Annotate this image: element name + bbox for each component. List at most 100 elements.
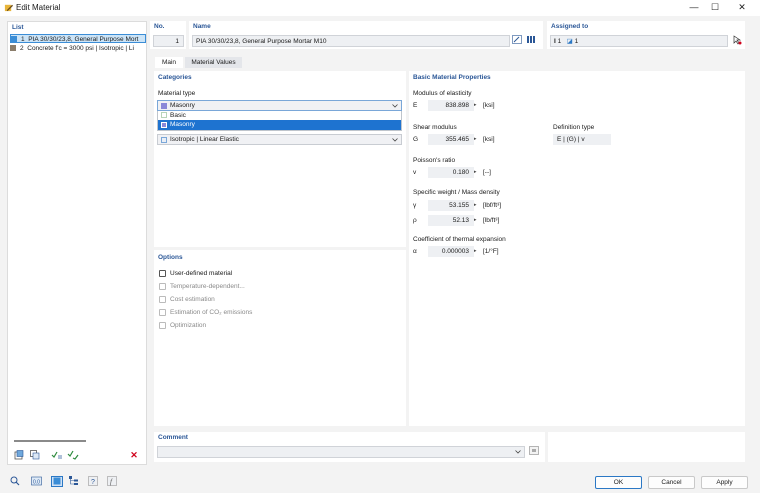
v-unit: [--]	[483, 169, 491, 176]
gamma-unit: [lbf/ft³]	[483, 202, 502, 209]
material-color-swatch	[11, 36, 17, 42]
co2-estimation-checkbox[interactable]	[159, 309, 166, 316]
user-defined-checkbox[interactable]	[159, 270, 166, 277]
spin-icon[interactable]: ▸	[474, 169, 477, 175]
optimization-label: Optimization	[170, 322, 207, 329]
spin-icon[interactable]: ▸	[474, 202, 477, 208]
chevron-down-icon[interactable]	[392, 103, 398, 109]
minimize-button[interactable]: —	[684, 1, 704, 14]
chevron-down-icon[interactable]	[392, 137, 398, 143]
svg-text:0.0: 0.0	[33, 480, 40, 486]
masonry-swatch	[161, 103, 167, 109]
spin-icon[interactable]: ▸	[474, 102, 477, 108]
number-panel: No. 1	[150, 21, 186, 49]
temperature-dependent-checkbox[interactable]	[159, 283, 166, 290]
specific-weight-input[interactable]: 53.155	[428, 200, 474, 211]
material-type-dropdown[interactable]: Masonry	[157, 100, 402, 111]
check-icon[interactable]	[51, 450, 63, 461]
list-scrollbar[interactable]	[14, 440, 86, 442]
list-item[interactable]: 2 Concrete f'c = 3000 psi | Isotropic | …	[10, 44, 146, 53]
maximize-button[interactable]: ☐	[705, 1, 725, 14]
comment-library-icon[interactable]	[528, 446, 540, 457]
categories-panel: Categories Material type Masonry Basic M…	[154, 71, 406, 247]
g-unit: [ksi]	[483, 136, 495, 143]
chevron-down-icon[interactable]	[515, 449, 521, 455]
tree-icon[interactable]	[68, 476, 80, 487]
definition-type-field[interactable]: E | (G) | v	[553, 134, 611, 145]
member-icon: I	[554, 38, 556, 45]
apply-button[interactable]: Apply	[701, 476, 748, 489]
mass-density-input[interactable]: 52.13	[428, 215, 474, 226]
list-item[interactable]: 1 PIA 30/30/23,8, General Purpose Mort	[10, 34, 146, 43]
poisson-input[interactable]: 0.180	[428, 167, 474, 178]
user-defined-label: User-defined material	[170, 270, 233, 277]
co2-estimation-label: Estimation of CO₂ emissions	[170, 309, 253, 316]
assigned-panel: Assigned to I 1 ◪ 1	[547, 21, 745, 49]
help-icon[interactable]: ?	[87, 476, 99, 487]
assigned-label: Assigned to	[551, 23, 589, 30]
thermal-input[interactable]: 0.000003	[428, 246, 474, 257]
ok-button[interactable]: OK	[595, 476, 642, 489]
display-icon[interactable]	[51, 476, 63, 487]
categories-header: Categories	[158, 74, 192, 81]
thermal-label: Coefficient of thermal expansion	[413, 236, 506, 243]
g-symbol: G	[413, 136, 419, 143]
spin-icon[interactable]: ▸	[474, 248, 477, 254]
edit-name-icon[interactable]	[511, 35, 523, 46]
close-window-button[interactable]: ✕	[732, 1, 752, 14]
cost-estimation-checkbox[interactable]	[159, 296, 166, 303]
function-icon[interactable]: f	[106, 476, 118, 487]
search-icon[interactable]	[9, 476, 21, 487]
definition-type-label: Definition type	[553, 124, 595, 131]
masonry-option-swatch	[161, 122, 167, 128]
select-objects-icon[interactable]	[731, 35, 743, 46]
temperature-dependent-label: Temperature-dependent...	[170, 283, 245, 290]
rho-unit: [lb/ft³]	[483, 217, 500, 224]
no-label: No.	[154, 23, 165, 30]
modulus-label: Modulus of elasticity	[413, 90, 472, 97]
model-swatch	[161, 137, 167, 143]
title-bar: Edit Material — ☐ ✕	[0, 0, 760, 16]
comment-preview-panel	[548, 432, 745, 462]
options-header: Options	[158, 254, 183, 261]
number-field[interactable]: 1	[153, 35, 184, 47]
cost-estimation-label: Cost estimation	[170, 296, 215, 303]
shear-input[interactable]: 355.465	[428, 134, 474, 145]
assigned-field[interactable]: I 1 ◪ 1	[550, 35, 728, 47]
poisson-label: Poisson's ratio	[413, 157, 456, 164]
alpha-unit: [1/°F]	[483, 248, 499, 255]
option-basic[interactable]: Basic	[158, 111, 401, 120]
delete-icon[interactable]: ✕	[128, 450, 140, 461]
spin-icon[interactable]: ▸	[474, 217, 477, 223]
units-icon[interactable]: 0.0	[30, 476, 42, 487]
cancel-button[interactable]: Cancel	[648, 476, 695, 489]
material-model-dropdown[interactable]: Isotropic | Linear Elastic	[157, 134, 402, 145]
optimization-checkbox[interactable]	[159, 322, 166, 329]
material-type-options: Basic Masonry	[157, 111, 402, 131]
surface-icon: ◪	[566, 38, 573, 45]
comment-input[interactable]	[157, 446, 525, 458]
name-label: Name	[193, 23, 211, 30]
name-field[interactable]: PIA 30/30/23,8, General Purpose Mortar M…	[192, 35, 510, 47]
new-material-icon[interactable]	[13, 450, 25, 461]
check-all-icon[interactable]	[67, 450, 79, 461]
basic-properties-panel: Basic Material Properties Modulus of ela…	[409, 71, 745, 426]
comment-panel: Comment	[154, 432, 545, 462]
library-icon[interactable]	[525, 35, 537, 46]
option-masonry[interactable]: Masonry	[158, 120, 401, 130]
tab-material-values[interactable]: Material Values	[185, 57, 242, 68]
basic-swatch	[161, 112, 167, 118]
material-color-swatch	[10, 45, 16, 51]
modulus-input[interactable]: 838.898	[428, 100, 474, 111]
name-panel: Name PIA 30/30/23,8, General Purpose Mor…	[189, 21, 543, 49]
alpha-symbol: α	[413, 248, 417, 255]
window-title: Edit Material	[16, 3, 61, 12]
weight-label: Specific weight / Mass density	[413, 189, 500, 196]
rho-symbol: ρ	[413, 217, 417, 224]
e-unit: [ksi]	[483, 102, 495, 109]
material-list-pane: List 1 PIA 30/30/23,8, General Purpose M…	[7, 21, 147, 465]
copy-material-icon[interactable]	[29, 450, 41, 461]
svg-text:?: ?	[91, 479, 95, 486]
spin-icon[interactable]: ▸	[474, 136, 477, 142]
tab-main[interactable]: Main	[155, 57, 183, 68]
